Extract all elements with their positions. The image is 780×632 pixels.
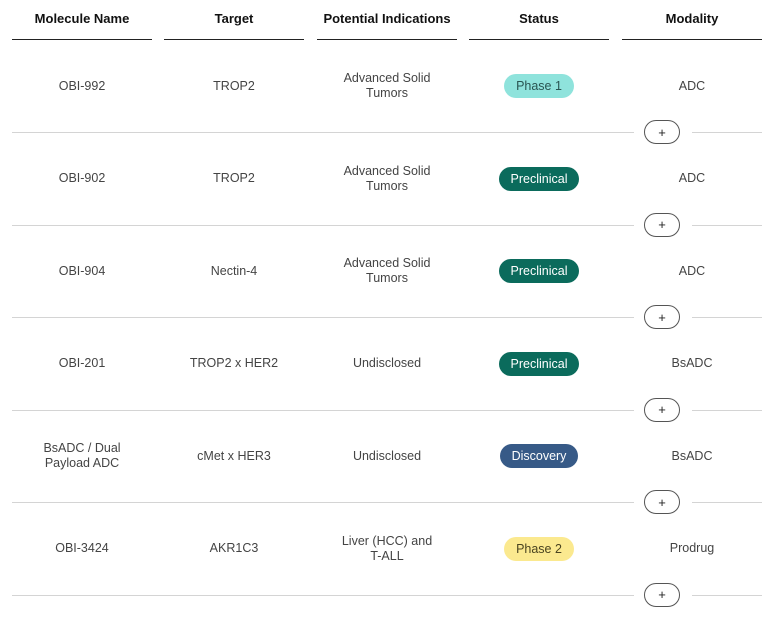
table-row: OBI-201 TROP2 x HER2 Undisclosed Preclinica… [12,320,762,422]
divider-line [12,317,634,318]
cell-modality: BsADC [622,412,762,500]
expand-row-button[interactable]: + [644,582,680,607]
cell-modality: Prodrug [622,505,762,593]
cell-target: TROP2 [164,135,304,223]
cell-indications: Advanced Solid Tumors [317,227,457,315]
cell-status: Discovery [469,412,609,500]
table-row: OBI-902 TROP2 Advanced Solid Tumors Preclin… [12,135,762,237]
cell-target: Nectin-4 [164,227,304,315]
status-badge: Discovery [499,444,579,468]
cell-indications: Advanced Solid Tumors [317,135,457,223]
cell-target: TROP2 x HER2 [164,320,304,408]
cell-status: Preclinical [469,320,609,408]
cell-modality-text: BsADC [671,448,713,463]
cell-modality-text: ADC [678,78,706,93]
header-target: Target [164,0,304,40]
cell-target-text: TROP2 [213,171,255,185]
divider-line [692,594,762,596]
cell-molecule-name-text: BsADC / Dual Payload ADC [43,441,121,470]
cell-indications-text: Undisclosed [352,356,422,370]
cell-target-text: cMet x HER3 [197,448,271,463]
header-modality: Modality [622,0,762,40]
cell-target: cMet x HER3 [164,412,304,500]
cell-modality: ADC [622,135,762,223]
cell-indications-text: Advanced Solid Tumors [343,71,431,100]
divider-line [692,502,762,503]
cell-status: Phase 1 [469,42,609,130]
cell-target: TROP2 [164,42,304,130]
status-badge: Preclinical [498,351,580,376]
divider-line [692,132,762,133]
cell-modality: BsADC [622,320,762,408]
cell-indications-text: Advanced Solid Tumors [343,163,431,193]
table-header: Molecule Name Target Potential Indicatio… [12,0,762,42]
cell-indications: Advanced Solid Tumors [317,42,457,130]
cell-modality-text: ADC [678,263,706,278]
cell-modality-text: Prodrug [669,541,715,555]
cell-status: Phase 2 [469,505,609,593]
cell-modality: ADC [622,42,762,130]
table-row: OBI-992 TROP2 Advanced Solid Tumors Phase 1… [12,42,762,144]
cell-target-text: AKR1C3 [209,541,259,555]
row-divider: + [12,305,762,329]
table-row: OBI-3424 AKR1C3 Liver (HCC) and T-ALL Phase… [12,505,762,607]
header-status: Status [469,0,609,40]
cell-molecule-name-text: OBI-3424 [55,541,109,555]
row-divider: + [12,397,762,422]
divider-line [692,224,762,226]
row-divider: + [12,120,762,144]
table-row: BsADC / Dual Payload ADC cMet x HER3 Undis… [12,412,762,514]
cell-modality-text: ADC [678,171,706,185]
header-molecule-name: Molecule Name [12,0,152,40]
cell-molecule-name: OBI-992 [12,42,152,130]
row-divider: + [12,212,762,237]
divider-line [12,502,634,503]
cell-target: AKR1C3 [164,505,304,593]
cell-indications: Undisclosed [317,412,457,500]
cell-indications-text: Advanced Solid Tumors [343,256,431,285]
divider-line [12,224,634,226]
cell-modality: ADC [622,227,762,315]
divider-line [12,594,634,596]
cell-molecule-name-text: OBI-201 [58,356,106,370]
status-badge: Phase 1 [504,74,574,98]
divider-line [692,409,762,411]
row-divider: + [12,582,762,607]
cell-indications: Liver (HCC) and T-ALL [317,505,457,593]
cell-indications-text: Liver (HCC) and T-ALL [341,533,433,563]
cell-molecule-name-text: OBI-902 [58,171,106,185]
cell-molecule-name: OBI-3424 [12,505,152,593]
status-badge: Phase 2 [504,536,574,561]
status-badge: Preclinical [498,166,580,191]
table-row: OBI-904 Nectin-4 Advanced Solid Tumors Prec… [12,227,762,329]
divider-line [12,409,634,411]
cell-status: Preclinical [469,227,609,315]
pipeline-table: Molecule Name Target Potential Indicatio… [0,0,780,632]
status-badge: Preclinical [498,259,580,283]
cell-modality-text: BsADC [671,356,713,370]
cell-indications: Undisclosed [317,320,457,408]
cell-molecule-name: OBI-201 [12,320,152,408]
cell-indications-text: Undisclosed [352,448,422,463]
cell-status: Preclinical [469,135,609,223]
row-divider: + [12,490,762,514]
header-potential-indications: Potential Indications [317,0,457,40]
cell-molecule-name-text: OBI-992 [58,78,106,93]
cell-molecule-name: BsADC / Dual Payload ADC [12,412,152,500]
cell-target-text: TROP2 [213,78,255,93]
cell-target-text: Nectin-4 [210,263,258,278]
cell-target-text: TROP2 x HER2 [189,356,279,370]
cell-molecule-name: OBI-902 [12,135,152,223]
divider-line [12,132,634,133]
cell-molecule-name: OBI-904 [12,227,152,315]
cell-molecule-name-text: OBI-904 [58,263,106,278]
divider-line [692,317,762,318]
